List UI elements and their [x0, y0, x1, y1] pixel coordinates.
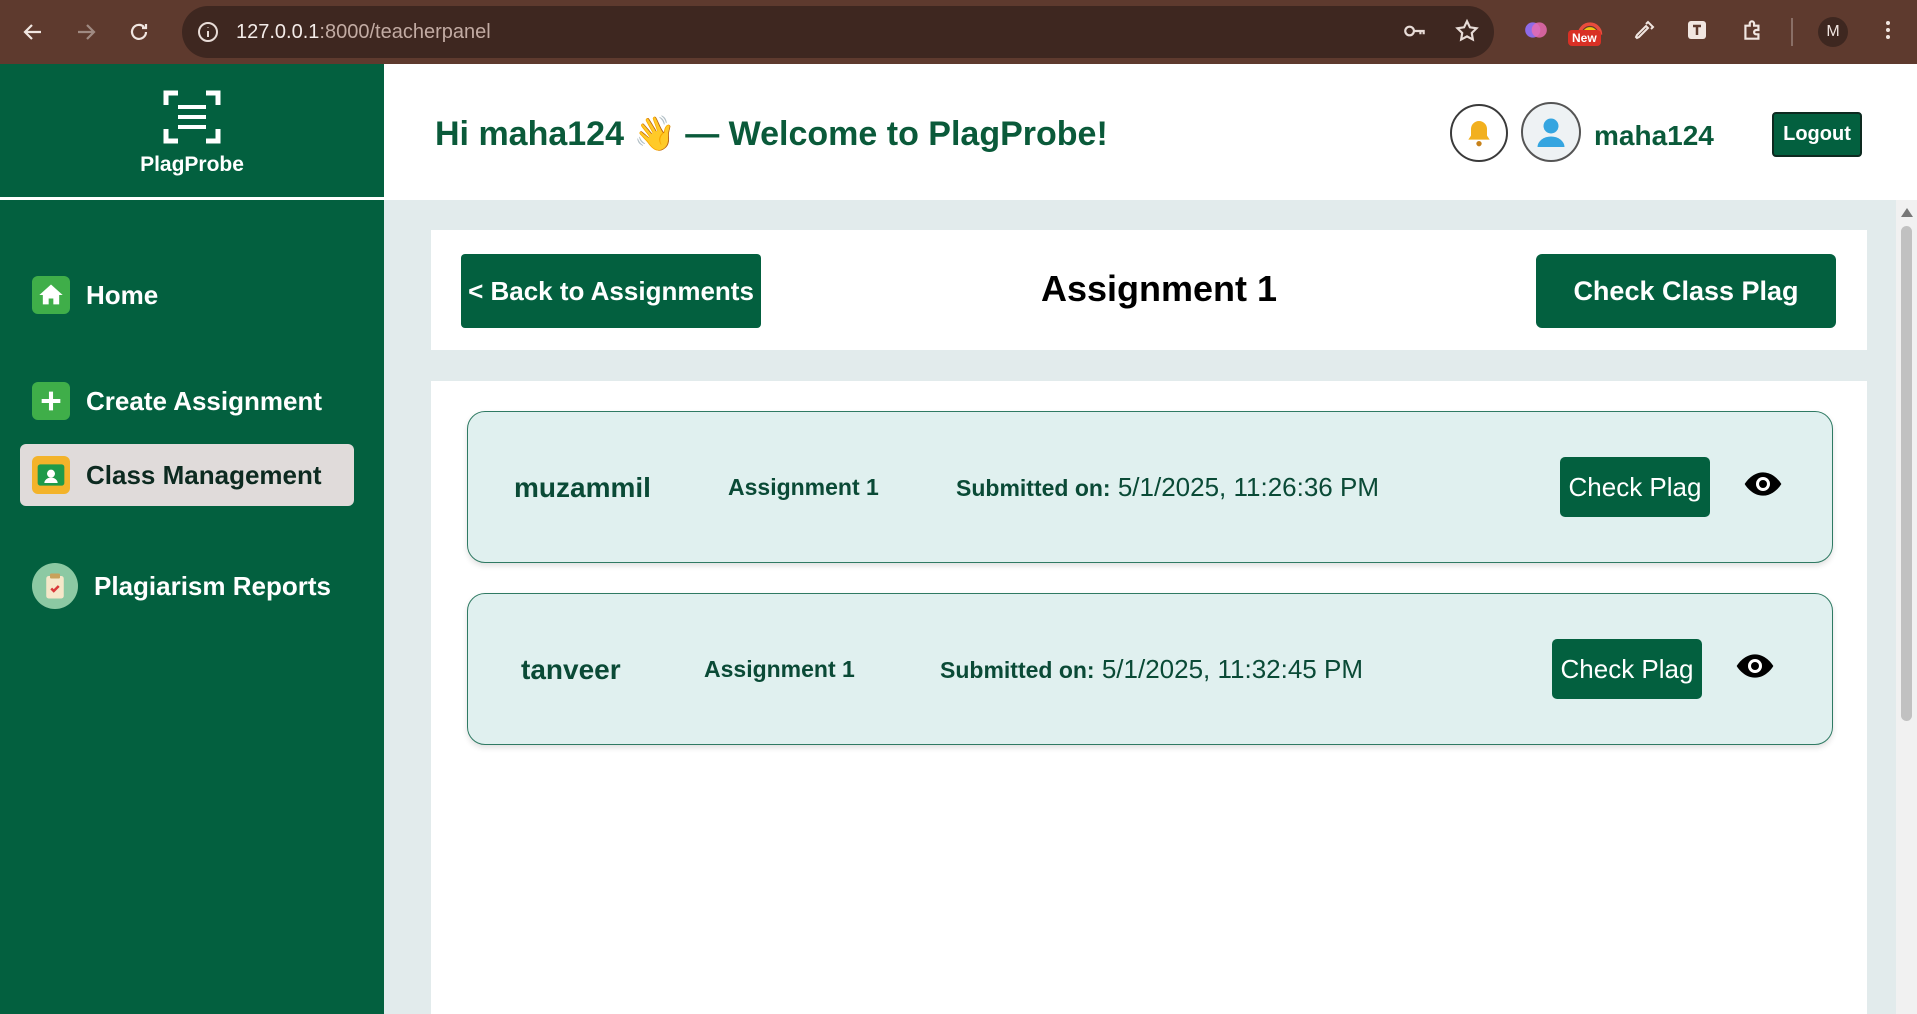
logo[interactable]: PlagProbe — [0, 64, 384, 200]
submission-date: Submitted on: 5/1/2025, 11:26:36 PM — [956, 472, 1379, 503]
scroll-up-arrow-icon[interactable] — [1901, 208, 1913, 217]
url-text[interactable]: 127.0.0.1:8000/teacherpanel — [236, 21, 491, 44]
submission-card: tanveer Assignment 1 Submitted on: 5/1/2… — [467, 593, 1833, 745]
sidebar-item-class-management[interactable]: Class Management — [20, 444, 354, 506]
logo-text: PlagProbe — [140, 152, 244, 176]
text-extension-icon[interactable] — [1681, 14, 1713, 46]
key-icon[interactable] — [1402, 18, 1428, 49]
main-content: < Back to Assignments Assignment 1 Check… — [384, 200, 1896, 1014]
page-title: Assignment 1 — [1041, 268, 1278, 309]
address-bar[interactable]: 127.0.0.1:8000/teacherpanel — [182, 6, 1494, 58]
scrollbar[interactable] — [1896, 200, 1917, 1014]
sidebar-item-create-assignment[interactable]: Create Assignment — [20, 370, 354, 432]
sidebar-item-label: Class Management — [86, 459, 322, 490]
check-plag-button[interactable]: Check Plag — [1560, 457, 1710, 517]
student-name: tanveer — [521, 654, 621, 685]
check-plag-button[interactable]: Check Plag — [1552, 639, 1702, 699]
sidebar-item-home[interactable]: Home — [20, 264, 354, 326]
eye-icon[interactable] — [1732, 646, 1778, 686]
assignment-name: Assignment 1 — [728, 474, 879, 500]
submission-date: Submitted on: 5/1/2025, 11:32:45 PM — [940, 654, 1363, 685]
submission-card: muzammil Assignment 1 Submitted on: 5/1/… — [467, 411, 1833, 563]
eye-icon[interactable] — [1740, 464, 1786, 504]
scanner-logo-icon — [160, 85, 224, 149]
submitted-value: 5/1/2025, 11:26:36 PM — [1117, 472, 1379, 502]
assignment-toolbar: < Back to Assignments Assignment 1 Check… — [431, 230, 1867, 350]
submitted-value: 5/1/2025, 11:32:45 PM — [1101, 654, 1363, 684]
new-badge: New — [1568, 30, 1601, 46]
home-icon — [32, 276, 70, 314]
sidebar-item-plagiarism-reports[interactable]: Plagiarism Reports — [20, 555, 354, 617]
extension-brain-icon[interactable] — [1520, 14, 1552, 46]
submitted-label: Submitted on: — [940, 657, 1095, 683]
site-info-icon[interactable] — [194, 18, 222, 46]
username: maha124 — [1594, 120, 1714, 151]
sidebar-item-label: Home — [86, 279, 159, 310]
sidebar-item-label: Create Assignment — [86, 385, 322, 416]
reload-icon[interactable] — [119, 12, 159, 52]
clipboard-icon — [32, 563, 78, 609]
sidebar: PlagProbe Home Create Assignment Class M… — [0, 64, 384, 1014]
profile-avatar[interactable]: M — [1818, 17, 1848, 47]
url-path: :8000/teacherpanel — [319, 20, 491, 43]
assignment-name: Assignment 1 — [704, 656, 855, 682]
app-header: Hi maha124 👋 — Welcome to PlagProbe! mah… — [384, 64, 1917, 200]
back-to-assignments-button[interactable]: < Back to Assignments — [461, 254, 761, 328]
kebab-menu-icon[interactable] — [1872, 14, 1904, 46]
notification-bell-icon[interactable] — [1450, 104, 1508, 162]
browser-toolbar: 127.0.0.1:8000/teacherpanel New M — [0, 0, 1917, 64]
student-name: muzammil — [514, 472, 651, 503]
puzzle-icon[interactable] — [1737, 14, 1769, 46]
eyedropper-icon[interactable] — [1629, 14, 1661, 46]
back-arrow-icon[interactable] — [13, 12, 53, 52]
check-class-plag-button[interactable]: Check Class Plag — [1536, 254, 1836, 328]
logout-button[interactable]: Logout — [1772, 112, 1862, 157]
submissions-list: muzammil Assignment 1 Submitted on: 5/1/… — [431, 381, 1867, 1014]
plus-icon — [32, 382, 70, 420]
submitted-label: Submitted on: — [956, 475, 1111, 501]
toolbar-separator — [1791, 18, 1793, 46]
user-avatar[interactable] — [1521, 102, 1581, 162]
classroom-icon — [32, 456, 70, 494]
star-icon[interactable] — [1454, 18, 1480, 49]
forward-arrow-icon[interactable] — [66, 12, 106, 52]
url-host: 127.0.0.1 — [236, 20, 320, 43]
scrollbar-thumb[interactable] — [1901, 226, 1912, 721]
welcome-greeting: Hi maha124 👋 — Welcome to PlagProbe! — [435, 115, 1108, 153]
sidebar-item-label: Plagiarism Reports — [94, 570, 331, 601]
